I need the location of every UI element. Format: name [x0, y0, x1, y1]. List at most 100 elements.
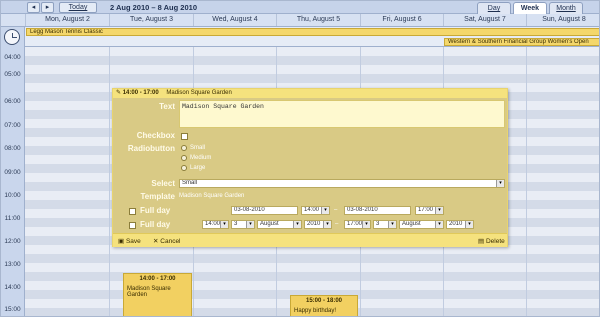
end-month-value: August	[402, 221, 421, 227]
editor-header-title: Madison Square Garden	[166, 90, 232, 96]
clock-icon	[4, 29, 20, 45]
event-time: 14:00 - 17:00	[139, 276, 176, 282]
radio-large-label: Large	[190, 165, 206, 171]
event-time: 15:00 - 18:00	[305, 298, 343, 304]
arrow-right-icon: ▸	[45, 4, 50, 11]
today-button[interactable]: Today	[59, 2, 97, 13]
cancel-label: Cancel	[160, 238, 181, 245]
pencil-icon: ✎	[116, 90, 122, 96]
full-day-label: Full day	[140, 220, 171, 229]
grid-slot[interactable]	[25, 272, 599, 281]
editor-footer: ▣ Save ✕ Cancel ▤ Delete	[113, 233, 507, 247]
start-day-select[interactable]: 3 ▾	[231, 220, 255, 229]
radio-small-label: Small	[190, 145, 206, 151]
all-day-event[interactable]: Western & Southern Financial Group Women…	[444, 38, 599, 46]
end-day-value: 3	[376, 221, 380, 227]
date-range: 2 Aug 2010 – 8 Aug 2010	[110, 3, 197, 12]
start-time-select[interactable]: 14:00 ▾	[301, 206, 330, 215]
full-day-checkbox[interactable]	[129, 222, 136, 229]
start-year-select[interactable]: 2010 ▾	[304, 220, 332, 229]
save-button[interactable]: ▣ Save	[118, 237, 141, 245]
editor-header: ✎ 14:00 - 17:00 Madison Square Garden	[113, 89, 507, 98]
delete-icon: ▤	[478, 238, 485, 245]
previous-button[interactable]: ◂	[27, 2, 40, 13]
chevron-down-icon: ▾	[293, 221, 301, 228]
delete-label: Delete	[485, 238, 505, 245]
grid-slot[interactable]	[25, 254, 599, 263]
chevron-down-icon: ▾	[323, 221, 331, 228]
start-hour-value: 14:00	[205, 221, 221, 227]
radio-large[interactable]	[181, 165, 187, 171]
start-hour-select[interactable]: 14:00 ▾	[202, 220, 229, 229]
tab-day[interactable]: Day	[477, 2, 511, 14]
end-year-select[interactable]: 2010 ▾	[446, 220, 474, 229]
grid-slot[interactable]	[25, 65, 599, 74]
start-time-value: 14:00	[304, 207, 320, 213]
day-header[interactable]: Mon, August 2	[25, 14, 109, 26]
day-header[interactable]: Tue, August 3	[109, 14, 193, 26]
event-text: Happy birthday!	[294, 308, 337, 314]
cancel-button[interactable]: ✕ Cancel	[153, 237, 181, 245]
checkbox-label: Checkbox	[136, 131, 175, 140]
all-day-event[interactable]: Legg Mason Tennis Classic	[26, 28, 599, 36]
save-icon: ▣	[118, 238, 125, 245]
text-input[interactable]: Madison Square Garden	[179, 100, 505, 128]
hour-label: 11:00	[4, 215, 21, 222]
hour-label: 13:00	[4, 261, 21, 268]
end-month-select[interactable]: August ▾	[399, 220, 444, 229]
chevron-down-icon: ▾	[435, 207, 443, 214]
checkbox[interactable]	[181, 133, 188, 140]
scheduler: ◂ ▸ Today 2 Aug 2010 – 8 Aug 2010 Day We…	[0, 0, 600, 317]
event[interactable]: 15:00 - 18:00 Happy birthday!	[290, 295, 358, 316]
full-day-checkbox[interactable]	[129, 208, 136, 215]
radio-small[interactable]	[181, 145, 187, 151]
end-date-input[interactable]: 03-08-2010	[344, 206, 411, 215]
day-separator	[526, 47, 527, 316]
end-time-value: 17:00	[418, 207, 434, 213]
full-day-label: Full day	[140, 206, 171, 215]
day-header[interactable]: Fri, August 6	[360, 14, 443, 26]
start-day-value: 3	[234, 221, 238, 227]
delete-button[interactable]: ▤ Delete	[478, 237, 505, 245]
end-hour-select[interactable]: 17:00 ▾	[344, 220, 371, 229]
chevron-down-icon: ▾	[435, 221, 443, 228]
next-button[interactable]: ▸	[41, 2, 54, 13]
end-time-select[interactable]: 17:00 ▾	[415, 206, 444, 215]
cancel-icon: ✕	[153, 238, 159, 245]
day-header[interactable]: Sun, August 8	[526, 14, 599, 26]
time-gutter: 04:00 05:00 06:00 07:00 08:00 09:00 10:0…	[1, 47, 25, 316]
start-month-value: August	[260, 221, 279, 227]
end-day-select[interactable]: 3 ▾	[373, 220, 397, 229]
end-hour-value: 17:00	[347, 221, 363, 227]
day-header[interactable]: Wed, August 4	[193, 14, 276, 26]
grid-slot[interactable]	[25, 56, 599, 65]
chevron-down-icon: ▾	[465, 221, 473, 228]
template-value: Madison Square Garden	[179, 193, 245, 199]
all-day-area: Legg Mason Tennis Classic Western & Sout…	[1, 27, 599, 47]
grid-slot[interactable]	[25, 263, 599, 272]
chevron-down-icon: ▾	[388, 221, 396, 228]
hour-label: 09:00	[4, 169, 21, 176]
start-month-select[interactable]: August ▾	[257, 220, 302, 229]
grid-slot[interactable]	[25, 47, 599, 56]
hour-label: 05:00	[4, 71, 21, 78]
select-dropdown[interactable]: Small ▾	[179, 179, 505, 188]
hour-label: 14:00	[4, 284, 21, 291]
day-header[interactable]: Sat, August 7	[443, 14, 526, 26]
radio-label: Radiobutton	[127, 144, 175, 153]
hour-label: 07:00	[4, 122, 21, 129]
event[interactable]: 14:00 - 17:00 Madison Square Garden	[123, 273, 192, 316]
range-separator: –	[334, 207, 338, 213]
grid-slot[interactable]	[25, 281, 599, 290]
day-header[interactable]: Thu, August 5	[276, 14, 360, 26]
select-value: Small	[182, 180, 198, 186]
grid-slot[interactable]	[25, 74, 599, 83]
navigation-bar: ◂ ▸ Today 2 Aug 2010 – 8 Aug 2010 Day We…	[1, 1, 599, 15]
radio-medium-label: Medium	[190, 155, 212, 161]
hour-label: 15:00	[4, 306, 21, 313]
day-header-row: Mon, August 2 Tue, August 3 Wed, August …	[1, 14, 599, 27]
save-label: Save	[125, 238, 141, 245]
tab-month[interactable]: Month	[549, 2, 583, 14]
start-date-input[interactable]: 03-08-2010	[231, 206, 298, 215]
radio-medium[interactable]	[181, 155, 187, 161]
